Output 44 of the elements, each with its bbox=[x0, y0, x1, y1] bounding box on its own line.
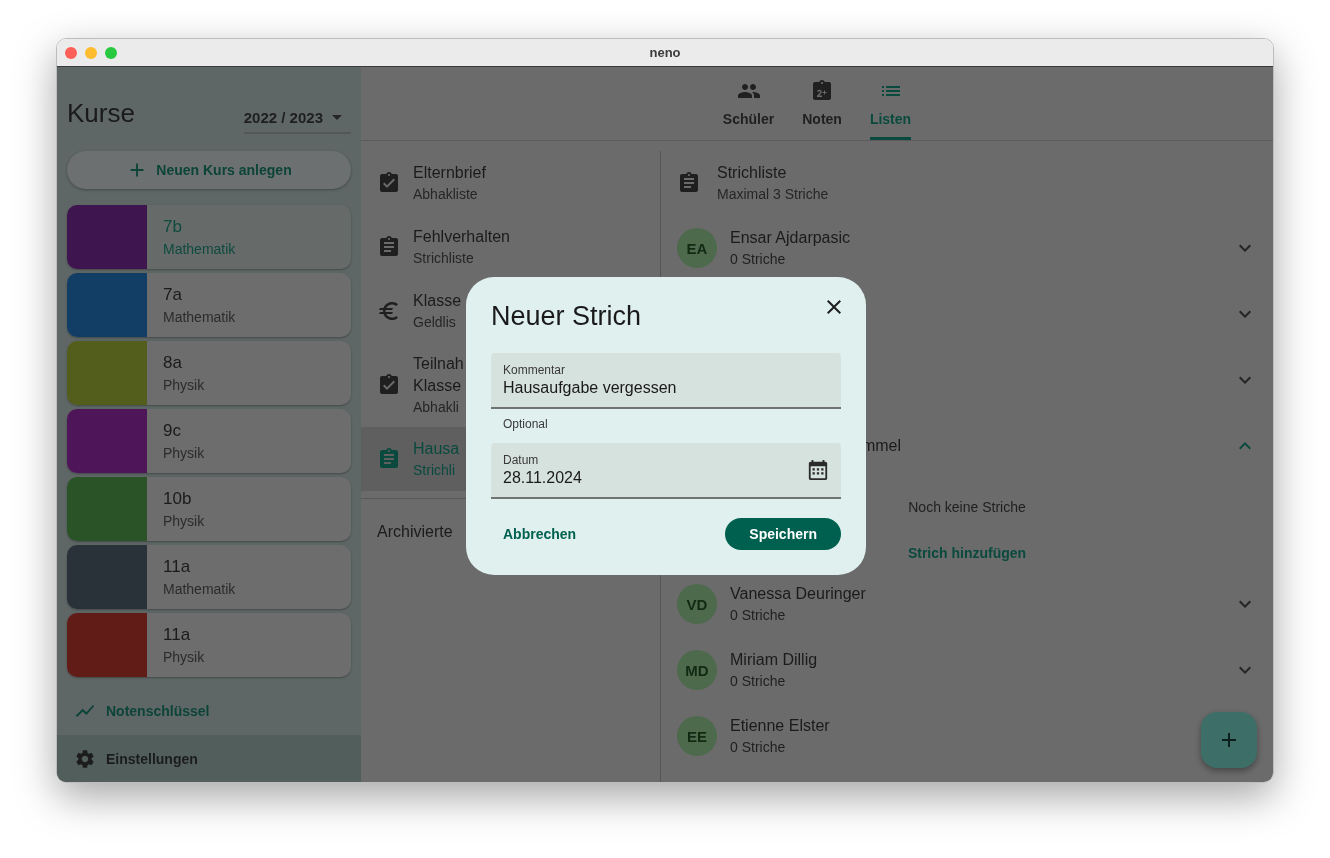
avatar: MD bbox=[677, 650, 717, 690]
course-subject: Physik bbox=[163, 513, 205, 529]
list-title: Klasse bbox=[413, 292, 462, 310]
student-name: Ensar Ajdarpasic bbox=[730, 229, 851, 247]
avatar: VD bbox=[677, 584, 717, 624]
student-name: Miriam Dillig bbox=[730, 651, 818, 669]
empty-message: Noch keine Striche bbox=[908, 499, 1026, 515]
list-title: Elternbrief bbox=[413, 164, 486, 182]
course-subject: Physik bbox=[163, 377, 205, 393]
list-title: Fehlverhalten bbox=[413, 228, 510, 246]
list-description: Maximal 3 Striche bbox=[717, 186, 829, 202]
tally-count: 0 Striche bbox=[730, 739, 786, 755]
course-name: 11a bbox=[163, 625, 192, 645]
list-title: Klasse bbox=[413, 377, 463, 395]
course-name: 7b bbox=[163, 217, 183, 237]
course-subject: Mathematik bbox=[163, 581, 236, 597]
list-title: Teilnah bbox=[413, 355, 464, 373]
list-type: Geldlis bbox=[413, 314, 457, 330]
list-title: Hausa bbox=[413, 440, 460, 458]
course-name: 8a bbox=[163, 353, 183, 373]
list-type: Strichliste bbox=[413, 250, 475, 266]
list-type: Abhakli bbox=[413, 399, 460, 415]
list-type: Strichli bbox=[413, 462, 456, 478]
tally-count: 0 Striche bbox=[730, 251, 786, 267]
avatar: EA bbox=[677, 228, 717, 268]
tally-count: 0 Striche bbox=[730, 673, 786, 689]
dialog-title: Neuer Strich bbox=[491, 301, 642, 332]
course-subject: Physik bbox=[163, 649, 205, 665]
course-subject: Physik bbox=[163, 445, 205, 461]
course-name: 11a bbox=[163, 557, 192, 577]
student-name: Etienne Elster bbox=[730, 717, 830, 735]
sidebar-title: Kurse bbox=[67, 97, 135, 129]
course-subject: Mathematik bbox=[163, 309, 236, 325]
student-name: Vanessa Deuringer bbox=[730, 585, 866, 603]
window-title: neno bbox=[649, 45, 681, 60]
course-subject: Mathematik bbox=[163, 241, 236, 257]
avatar: EE bbox=[677, 716, 717, 756]
list-title: Strichliste bbox=[717, 164, 788, 182]
tally-count: 0 Striche bbox=[730, 607, 786, 623]
helper-text: Optional bbox=[502, 416, 549, 433]
course-name: 9c bbox=[163, 421, 182, 441]
course-name: 10b bbox=[163, 489, 193, 509]
course-name: 7a bbox=[163, 285, 183, 305]
list-type: Abhakliste bbox=[413, 186, 479, 202]
